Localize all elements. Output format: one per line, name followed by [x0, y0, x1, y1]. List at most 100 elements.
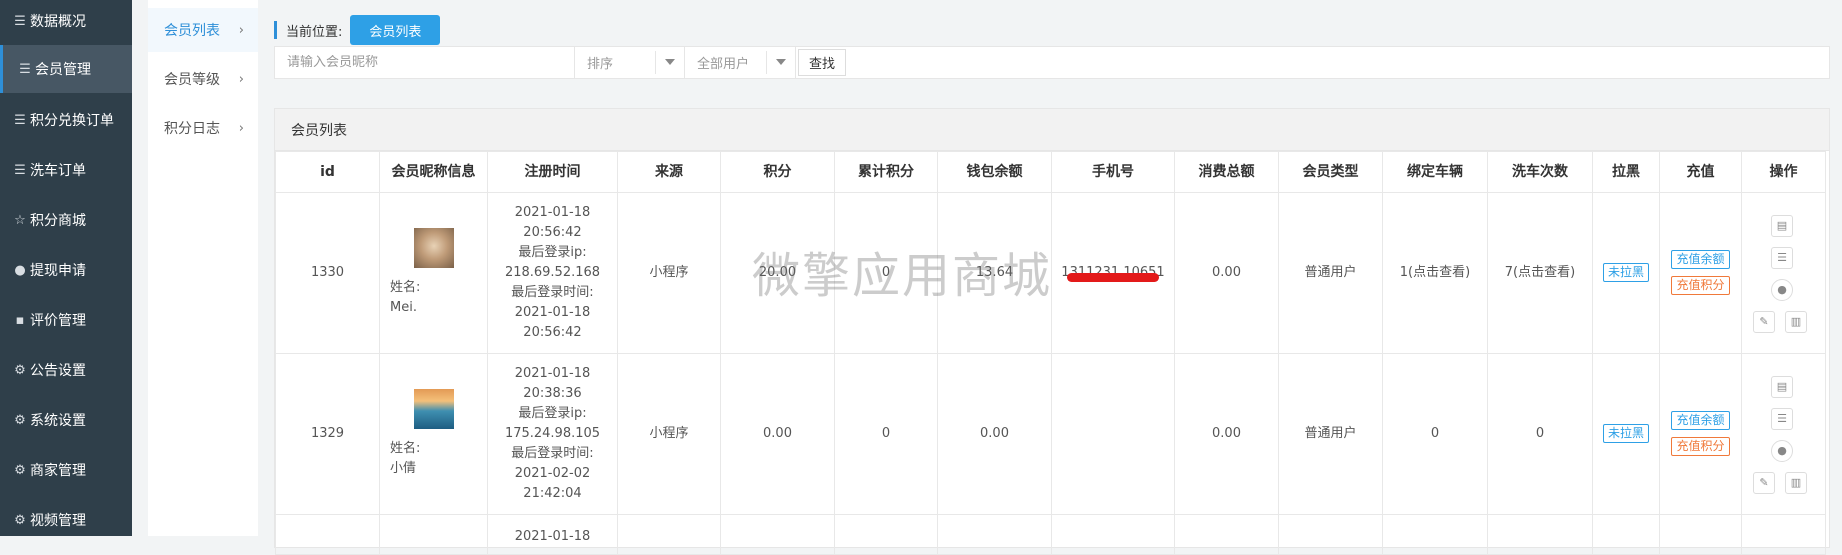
cell-member-type: 普通用户 — [1278, 192, 1383, 354]
sidebar-item-label: 数据概况 — [30, 14, 86, 30]
cell-member-info — [379, 514, 488, 555]
cell-register-time: 2021-01-18 20:56:42 最后登录ip: 218.69.52.16… — [487, 192, 618, 354]
cell-member-type: 普通用户 — [1278, 353, 1383, 515]
column-header: 拉黑 — [1592, 151, 1660, 193]
chevron-right-icon: › — [238, 71, 244, 87]
recharge-balance-button[interactable]: 充值余额 — [1671, 250, 1730, 269]
sidebar-item-label: 积分商城 — [30, 213, 86, 229]
gear-icon: ⚙ — [14, 462, 26, 478]
cell-recharge: 充值余额 充值积分 — [1659, 192, 1742, 354]
sidebar-item-announcements[interactable]: ⚙ 公告设置 — [0, 346, 132, 394]
sidebar-item-videos[interactable]: ⚙ 视频管理 — [0, 496, 132, 544]
sidebar-item-members[interactable]: ☰ 会员管理 — [0, 45, 132, 93]
breadcrumb-accent-bar — [274, 21, 277, 39]
cell-cars-link[interactable]: 1(点击查看) — [1382, 192, 1488, 354]
view-button[interactable]: ● — [1771, 440, 1793, 462]
blacklist-toggle-button[interactable]: 未拉黑 — [1602, 263, 1649, 282]
recharge-points-button[interactable]: 充值积分 — [1671, 437, 1730, 456]
star-icon: ☆ — [14, 212, 26, 228]
last-ip: 175.24.98.105 — [504, 426, 601, 441]
gear-icon: ⚙ — [14, 412, 26, 428]
sidebar-item-points-orders[interactable]: ☰ 积分兑换订单 — [0, 96, 132, 144]
submenu: 会员列表 › 会员等级 › 积分日志 › — [148, 0, 258, 536]
recharge-points-button[interactable]: 充值积分 — [1671, 276, 1730, 295]
trash-icon: ▥ — [1790, 476, 1802, 489]
detail-button[interactable]: ▤ — [1771, 215, 1793, 237]
cell-washes-link[interactable]: 7(点击查看) — [1487, 192, 1593, 354]
delete-button[interactable]: ▥ — [1785, 472, 1807, 494]
list-button[interactable]: ☰ — [1771, 408, 1793, 430]
cell-blacklist: 未拉黑 — [1592, 353, 1660, 515]
cell-member-info: 姓名: Mei. — [379, 192, 488, 354]
trash-icon: ▥ — [1790, 315, 1802, 328]
cell-blacklist: 未拉黑 — [1592, 192, 1660, 354]
cell-actions: ▤ ☰ ● ✎ ▥ — [1741, 353, 1826, 515]
search-field — [275, 47, 575, 78]
cell-phone — [1051, 353, 1175, 515]
redaction-mark — [1067, 273, 1159, 282]
comment-icon: ▪ — [15, 312, 25, 328]
recharge-balance-button[interactable]: 充值余额 — [1671, 411, 1730, 430]
sidebar-item-withdrawals[interactable]: ● 提现申请 — [0, 246, 132, 294]
breadcrumb-label: 当前位置: — [286, 24, 343, 40]
cell-spend: 0.00 — [1174, 192, 1279, 354]
edit-button[interactable]: ✎ — [1753, 311, 1775, 333]
list-icon: ☰ — [14, 112, 26, 128]
sidebar-item-overview[interactable]: ☰ 数据概况 — [0, 0, 132, 45]
cell-register-time: 2021-01-18 — [487, 514, 618, 555]
view-button[interactable]: ● — [1771, 279, 1793, 301]
submenu-item-points-log[interactable]: 积分日志 › — [148, 106, 258, 150]
column-header: 洗车次数 — [1487, 151, 1593, 193]
chevron-down-icon — [665, 59, 675, 65]
sidebar-item-label: 公告设置 — [30, 363, 86, 379]
user-type-select-label: 全部用户 — [697, 57, 750, 72]
sort-select[interactable]: 排序 — [575, 47, 685, 78]
sidebar-item-merchants[interactable]: ⚙ 商家管理 — [0, 446, 132, 494]
user-type-select[interactable]: 全部用户 — [685, 47, 796, 78]
column-header: 消费总额 — [1174, 151, 1279, 193]
cell-spend: 0.00 — [1174, 353, 1279, 515]
list-icon: ☰ — [1777, 412, 1787, 425]
sidebar-nav: ☰ 数据概况 ☰ 会员管理 ☰ 积分兑换订单 ☰ 洗车订单 ☆ 积分商城 ● 提现申请 ▪ 评… — [0, 0, 132, 536]
chevron-right-icon: › — [238, 120, 244, 136]
list-icon: ☰ — [14, 162, 26, 178]
sidebar-item-reviews[interactable]: ▪ 评价管理 — [0, 296, 132, 344]
avatar — [413, 389, 454, 429]
cell-source: 小程序 — [617, 353, 721, 515]
table-row: 1329 姓名: 小倩 2021-01-18 20:38:36 最后登录ip: 1… — [275, 353, 1826, 515]
sidebar-item-label: 商家管理 — [30, 463, 86, 479]
member-list-panel: 会员列表 id 会员昵称信息 注册时间 来源 积分 累计积分 钱包余额 手机号 … — [274, 108, 1830, 555]
divider — [655, 51, 656, 74]
last-ip-label: 最后登录ip: — [518, 406, 587, 421]
sidebar-item-system-settings[interactable]: ⚙ 系统设置 — [0, 396, 132, 444]
gear-icon: ⚙ — [14, 512, 26, 528]
last-login: 2021-01-18 20:56:42 — [514, 305, 591, 340]
cell-id — [275, 514, 380, 555]
sidebar-item-label: 视频管理 — [30, 513, 86, 529]
list-icon: ☰ — [19, 61, 31, 77]
column-header: 操作 — [1741, 151, 1826, 193]
sidebar-item-carwash-orders[interactable]: ☰ 洗车订单 — [0, 146, 132, 194]
submenu-item-member-list[interactable]: 会员列表 › — [148, 8, 258, 52]
edit-button[interactable]: ✎ — [1753, 472, 1775, 494]
column-header: 来源 — [617, 151, 721, 193]
submenu-item-label: 会员列表 — [164, 23, 220, 39]
sidebar-item-label: 会员管理 — [35, 62, 91, 78]
breadcrumb-current-button[interactable]: 会员列表 — [350, 15, 441, 45]
cell-id: 1329 — [275, 353, 380, 515]
detail-button[interactable]: ▤ — [1771, 376, 1793, 398]
sidebar-item-points-mall[interactable]: ☆ 积分商城 — [0, 196, 132, 244]
chevron-down-icon — [776, 59, 786, 65]
blacklist-toggle-button[interactable]: 未拉黑 — [1602, 424, 1649, 443]
list-button[interactable]: ☰ — [1771, 247, 1793, 269]
filter-bar: 排序 全部用户 查找 — [274, 46, 1830, 79]
cell-register-time: 2021-01-18 20:38:36 最后登录ip: 175.24.98.10… — [487, 353, 618, 515]
delete-button[interactable]: ▥ — [1785, 311, 1807, 333]
submenu-item-member-levels[interactable]: 会员等级 › — [148, 57, 258, 101]
breadcrumb: 当前位置: 会员列表 — [274, 15, 441, 45]
search-button[interactable]: 查找 — [798, 49, 846, 76]
cell-wallet: 0.00 — [937, 353, 1052, 515]
divider — [766, 51, 767, 74]
sidebar-item-label: 提现申请 — [30, 263, 86, 279]
search-input[interactable] — [287, 55, 567, 70]
